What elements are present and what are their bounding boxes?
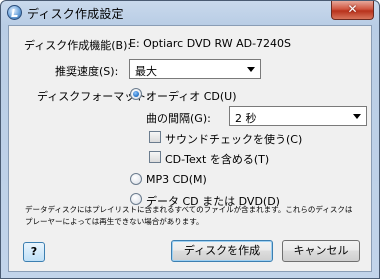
device-label: ディスク作成機能(B): [24,39,132,52]
gap-select-value: 2 秒 [235,112,257,125]
sound-check-label[interactable]: サウンドチェックを使う(C) [165,131,302,147]
burn-disc-button[interactable]: ディスクを作成 [171,240,273,262]
mp3-cd-radio[interactable] [130,173,142,185]
gap-label: 曲の間隔(G): [146,112,211,125]
itunes-icon [7,5,22,20]
window-title: ディスク作成設定 [27,7,124,21]
speed-select-value: 最大 [135,65,157,78]
audio-cd-radio[interactable] [130,88,142,100]
cd-text-label[interactable]: CD-Text を含める(T) [165,151,269,167]
speed-label: 推奨速度(S): [55,65,119,78]
data-disc-note: データディスクにはプレイリストに含まれるすべてのファイルが含まれます。これらのデ… [25,205,353,226]
chevron-down-icon [353,114,361,119]
gap-select[interactable]: 2 秒 [229,106,367,126]
audio-cd-label[interactable]: オーディオ CD(U) [146,88,237,104]
mp3-cd-label[interactable]: MP3 CD(M) [146,173,207,186]
chevron-down-icon [247,67,255,72]
cd-text-checkbox[interactable] [149,151,161,163]
speed-select[interactable]: 最大 [129,59,261,79]
sound-check-checkbox[interactable] [149,131,161,143]
device-value: E: Optiarc DVD RW AD-7240S [129,37,292,50]
dialog-body: ディスク作成機能(B): E: Optiarc DVD RW AD-7240S … [8,25,372,272]
cancel-button[interactable]: キャンセル [282,240,360,262]
help-button[interactable]: ? [23,242,45,262]
title-bar[interactable]: ディスク作成設定 ✕ [1,1,379,25]
close-button[interactable]: ✕ [331,1,374,20]
burn-settings-window: ディスク作成設定 ✕ ディスク作成機能(B): E: Optiarc DVD R… [0,0,380,279]
